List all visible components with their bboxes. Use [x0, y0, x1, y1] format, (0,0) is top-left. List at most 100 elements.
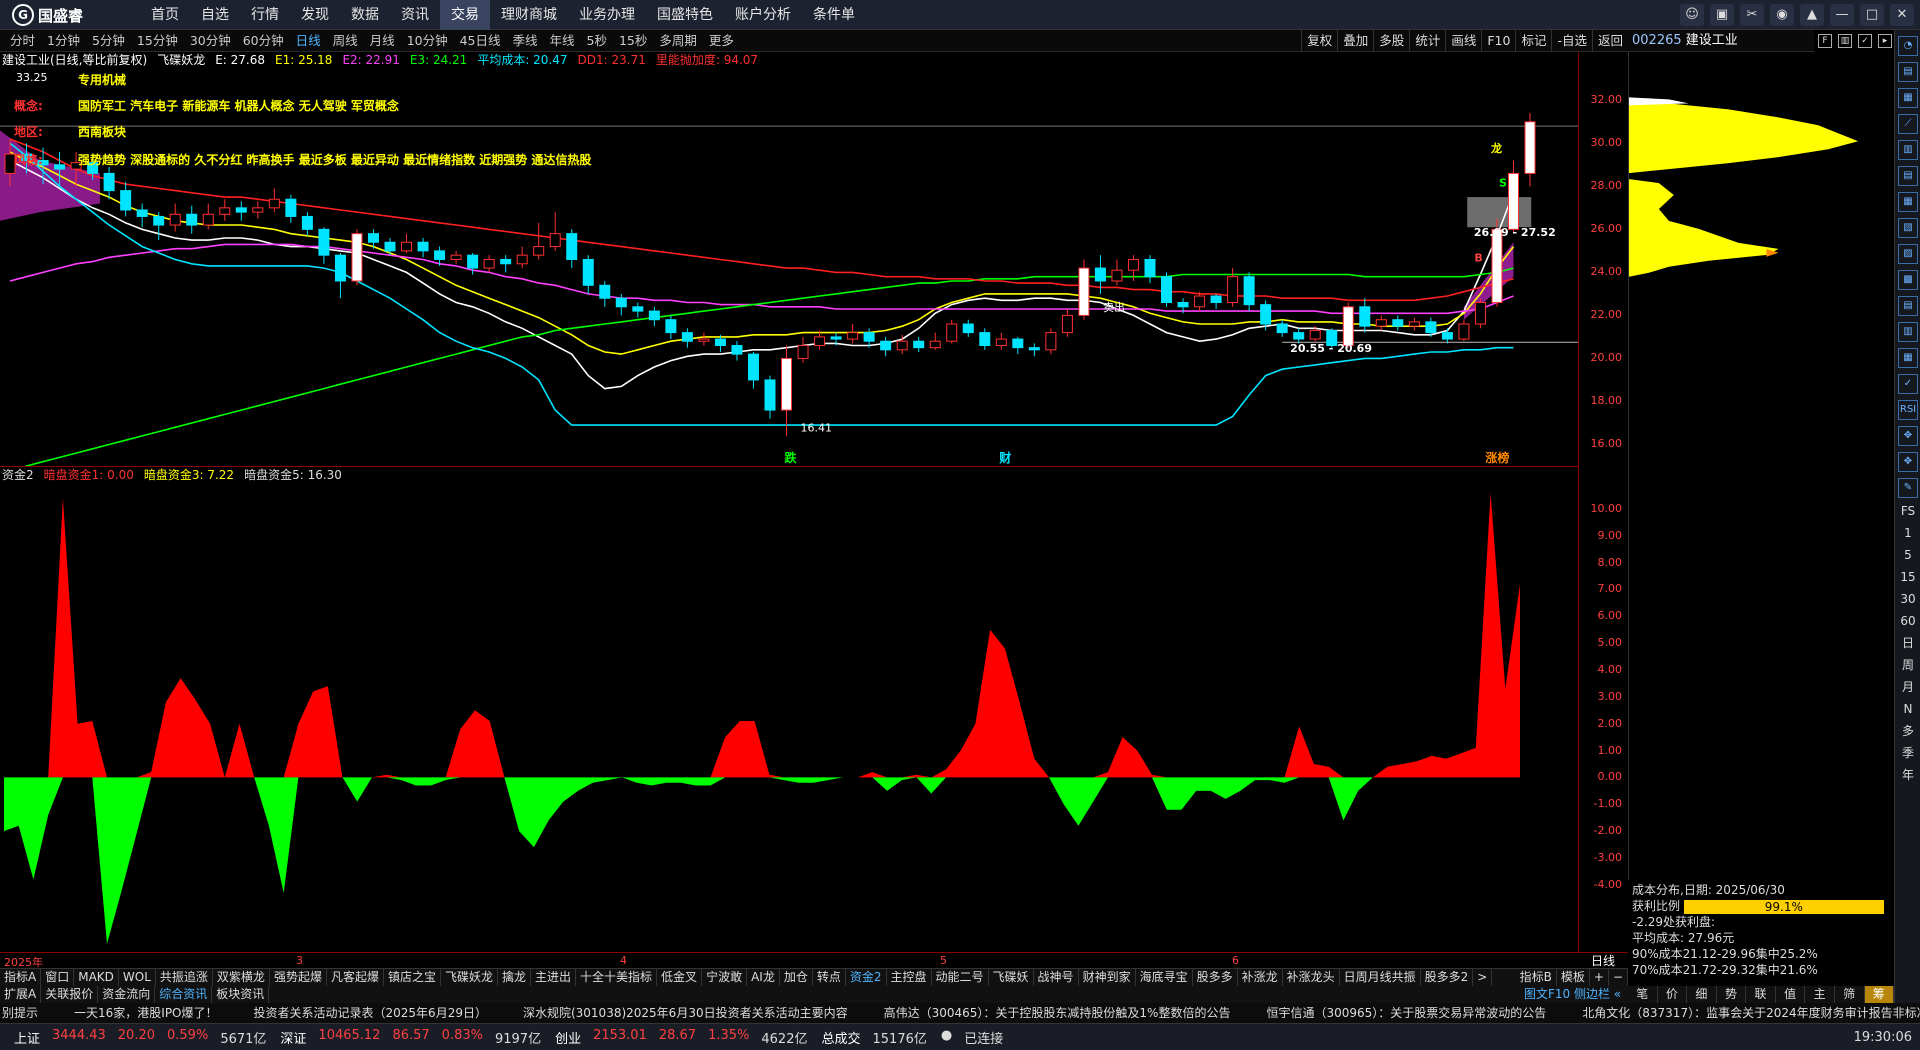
indicator-tab-18[interactable]: 资金2 — [846, 969, 887, 986]
indicator-tab-right-3[interactable]: − — [1609, 969, 1628, 986]
indicator-tab-3[interactable]: WOL — [119, 969, 156, 986]
indicator-tab-17[interactable]: 转点 — [813, 969, 846, 986]
indicator-tab-29[interactable]: 股多多2 — [1421, 969, 1474, 986]
period-tab-0[interactable]: 分时 — [4, 30, 41, 52]
side-period-7[interactable]: 周 — [1896, 655, 1920, 675]
side-period-2[interactable]: 5 — [1896, 545, 1920, 565]
news-item[interactable]: 深水规院(301038)2025年6月30日投资者关系活动主要内容 — [523, 1003, 848, 1023]
sh-index[interactable]: 上证 3444.43 20.20 0.59% 5671亿 — [14, 1028, 266, 1047]
nav-item-8[interactable]: 业务办理 — [568, 0, 646, 30]
nav-item-7[interactable]: 理财商城 — [490, 0, 568, 30]
side-tool-icon-5[interactable]: ▤ — [1898, 166, 1918, 186]
panel-tab-2[interactable]: 细 — [1687, 986, 1717, 1003]
side-period-10[interactable]: 多 — [1896, 721, 1920, 741]
indicator-tab-20[interactable]: 动能二号 — [932, 969, 989, 986]
side-tool-icon-9[interactable]: ▩ — [1898, 270, 1918, 290]
indicator-chart[interactable] — [0, 482, 1578, 952]
indicator-tab-12[interactable]: 十全十美指标 — [576, 969, 658, 986]
chip-icon[interactable]: ▥ — [1838, 34, 1852, 48]
chart-tool-6[interactable]: 标记 — [1515, 30, 1551, 52]
nav-item-2[interactable]: 行情 — [240, 0, 290, 30]
window-control-icon-2[interactable]: ✂ — [1740, 4, 1764, 26]
side-tool-icon-13[interactable]: ✓ — [1898, 374, 1918, 394]
panel-tab-0[interactable]: 笔 — [1628, 986, 1658, 1003]
chart-tool-4[interactable]: 画线 — [1445, 30, 1481, 52]
nav-item-11[interactable]: 条件单 — [802, 0, 866, 30]
side-tool-icon-10[interactable]: ▤ — [1898, 296, 1918, 316]
side-tool-icon-15[interactable]: ✥ — [1898, 426, 1918, 446]
side-tool-icon-4[interactable]: ▥ — [1898, 140, 1918, 160]
price-chart[interactable]: 33.25 专用机械概念: 国防军工 汽车电子 新能源车 机器人概念 无人驾驶 军贸… — [0, 68, 1578, 466]
sub-tab-4[interactable]: 板块资讯 — [212, 986, 270, 1003]
panel-tab-7[interactable]: 筛 — [1835, 986, 1865, 1003]
nav-item-3[interactable]: 发现 — [290, 0, 340, 30]
panel-tab-8[interactable]: 筹 — [1864, 986, 1895, 1003]
indicator-tab-right-0[interactable]: 指标B — [1516, 969, 1557, 986]
chart-tool-0[interactable]: 复权 — [1301, 30, 1337, 52]
news-item[interactable]: 北角文化（837317）：监事会关于2024年度财务审计报告非标准意见 — [1582, 1003, 1920, 1023]
f-icon[interactable]: F — [1818, 34, 1832, 48]
indicator-tab-4[interactable]: 共振追涨 — [156, 969, 213, 986]
nav-item-9[interactable]: 国盛特色 — [646, 0, 724, 30]
panel-tab-4[interactable]: 联 — [1746, 986, 1776, 1003]
indicator-tab-28[interactable]: 日周月线共振 — [1340, 969, 1421, 986]
indicator-tab-23[interactable]: 财神到家 — [1079, 969, 1136, 986]
side-tool-icon-1[interactable]: ▤ — [1898, 62, 1918, 82]
window-control-icon-3[interactable]: ◉ — [1770, 4, 1794, 26]
indicator-name[interactable]: 飞碟妖龙 — [157, 52, 205, 68]
chart-tool-8[interactable]: 返回 — [1591, 30, 1628, 52]
indicator-tab-9[interactable]: 飞碟妖龙 — [441, 969, 498, 986]
side-period-1[interactable]: 1 — [1896, 523, 1920, 543]
indicator-tab-24[interactable]: 海底寻宝 — [1136, 969, 1193, 986]
indicator-tab-2[interactable]: MAKD — [74, 969, 119, 986]
side-tool-icon-2[interactable]: ▦ — [1898, 88, 1918, 108]
side-period-9[interactable]: N — [1896, 699, 1920, 719]
chart-tool-3[interactable]: 统计 — [1409, 30, 1445, 52]
nav-item-4[interactable]: 数据 — [340, 0, 390, 30]
chart-tool-5[interactable]: F10 — [1481, 30, 1515, 52]
arrow-right-icon[interactable]: ▸ — [1878, 34, 1892, 48]
indicator-tab-14[interactable]: 宁波敢 — [702, 969, 748, 986]
window-control-icon-0[interactable]: ☺ — [1680, 4, 1704, 26]
period-tab-8[interactable]: 月线 — [364, 30, 401, 52]
side-tool-icon-11[interactable]: ▥ — [1898, 322, 1918, 342]
indicator-tab-10[interactable]: 擒龙 — [498, 969, 532, 986]
period-tab-6[interactable]: 日线 — [290, 30, 327, 52]
panel-tab-5[interactable]: 值 — [1776, 986, 1806, 1003]
indicator-tab-30[interactable]: > — [1473, 969, 1493, 986]
chart-tool-7[interactable]: -自选 — [1551, 30, 1592, 52]
indicator-tab-5[interactable]: 双紫横龙 — [213, 969, 270, 986]
indicator-tab-11[interactable]: 主进出 — [531, 969, 577, 986]
period-tab-11[interactable]: 季线 — [507, 30, 544, 52]
indicator-tab-25[interactable]: 股多多 — [1193, 969, 1238, 986]
settings-icon[interactable]: ✓ — [1858, 34, 1872, 48]
indicator-tab-27[interactable]: 补涨龙头 — [1283, 969, 1340, 986]
indicator-tab-16[interactable]: 加仓 — [780, 969, 813, 986]
panel-tab-6[interactable]: 主 — [1805, 986, 1835, 1003]
nav-item-10[interactable]: 账户分析 — [724, 0, 802, 30]
nav-item-6[interactable]: 交易 — [440, 0, 490, 30]
news-item[interactable]: 高伟达（300465）：关于控股股东减持股份触及1%整数倍的公告 — [884, 1003, 1231, 1023]
nav-item-1[interactable]: 自选 — [190, 0, 240, 30]
indicator-tab-right-2[interactable]: + — [1590, 969, 1609, 986]
indicator-tab-15[interactable]: AI龙 — [747, 969, 780, 986]
indicator-tab-1[interactable]: 窗口 — [41, 969, 75, 986]
side-period-6[interactable]: 日 — [1896, 633, 1920, 653]
indicator-title[interactable]: 资金2 — [2, 467, 34, 482]
side-tool-icon-0[interactable]: ◔ — [1898, 36, 1918, 56]
period-tab-14[interactable]: 15秒 — [613, 30, 653, 52]
indicator-tab-19[interactable]: 主控盘 — [887, 969, 932, 986]
period-tab-13[interactable]: 5秒 — [581, 30, 613, 52]
side-tool-icon-6[interactable]: ▦ — [1898, 192, 1918, 212]
side-period-8[interactable]: 月 — [1896, 677, 1920, 697]
period-tab-7[interactable]: 周线 — [327, 30, 364, 52]
period-tab-15[interactable]: 多周期 — [653, 30, 703, 52]
panel-tab-1[interactable]: 价 — [1658, 986, 1688, 1003]
period-tab-4[interactable]: 30分钟 — [184, 30, 237, 52]
sz-index[interactable]: 深证 10465.12 86.57 0.83% 9197亿 — [280, 1028, 541, 1047]
side-period-12[interactable]: 年 — [1896, 765, 1920, 785]
indicator-tab-6[interactable]: 强势起爆 — [270, 969, 327, 986]
side-tool-icon-7[interactable]: ▧ — [1898, 218, 1918, 238]
sub-tab-1[interactable]: 关联报价 — [41, 986, 99, 1003]
period-tab-5[interactable]: 60分钟 — [237, 30, 290, 52]
